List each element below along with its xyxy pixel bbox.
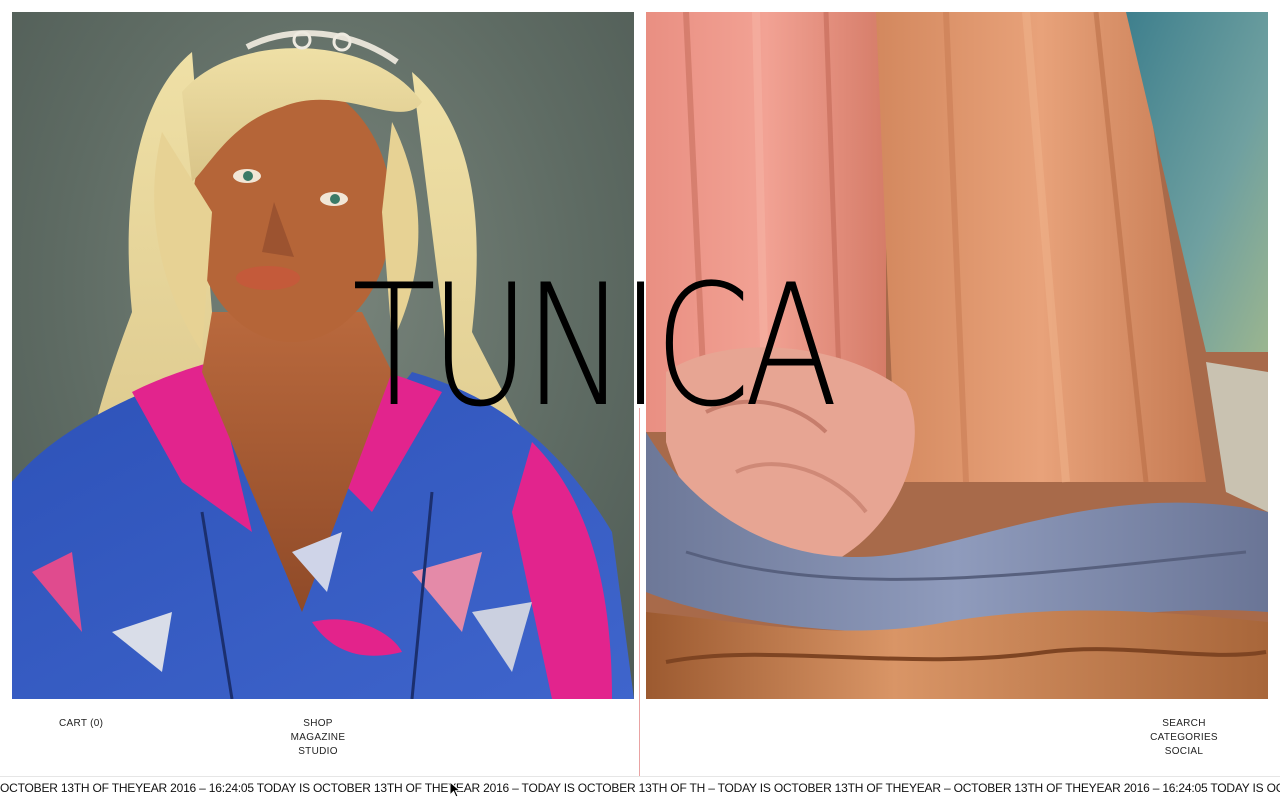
nav-social-link[interactable]: SOCIAL xyxy=(1146,745,1222,759)
secondary-nav: SEARCH CATEGORIES SOCIAL xyxy=(1146,717,1222,759)
nav-shop-link[interactable]: SHOP xyxy=(280,717,356,731)
mouse-pointer-icon xyxy=(449,781,462,798)
nav-search-link[interactable]: SEARCH xyxy=(1146,717,1222,731)
date-ticker: OCTOBER 13TH OF THEYEAR 2016 – 16:24:05 … xyxy=(0,776,1280,800)
center-divider xyxy=(639,408,640,800)
brand-logo[interactable]: TUNICA xyxy=(352,262,838,430)
nav-magazine-link[interactable]: MAGAZINE xyxy=(280,731,356,745)
nav-categories-link[interactable]: CATEGORIES xyxy=(1146,731,1222,745)
page: TUNICA CART (0) SHOP MAGAZINE STUDIO SEA… xyxy=(0,0,1280,800)
cart-link[interactable]: CART (0) xyxy=(59,717,103,731)
ticker-text: OCTOBER 13TH OF THEYEAR 2016 – 16:24:05 … xyxy=(0,781,1280,795)
nav-studio-link[interactable]: STUDIO xyxy=(280,745,356,759)
main-nav: SHOP MAGAZINE STUDIO xyxy=(280,717,356,759)
